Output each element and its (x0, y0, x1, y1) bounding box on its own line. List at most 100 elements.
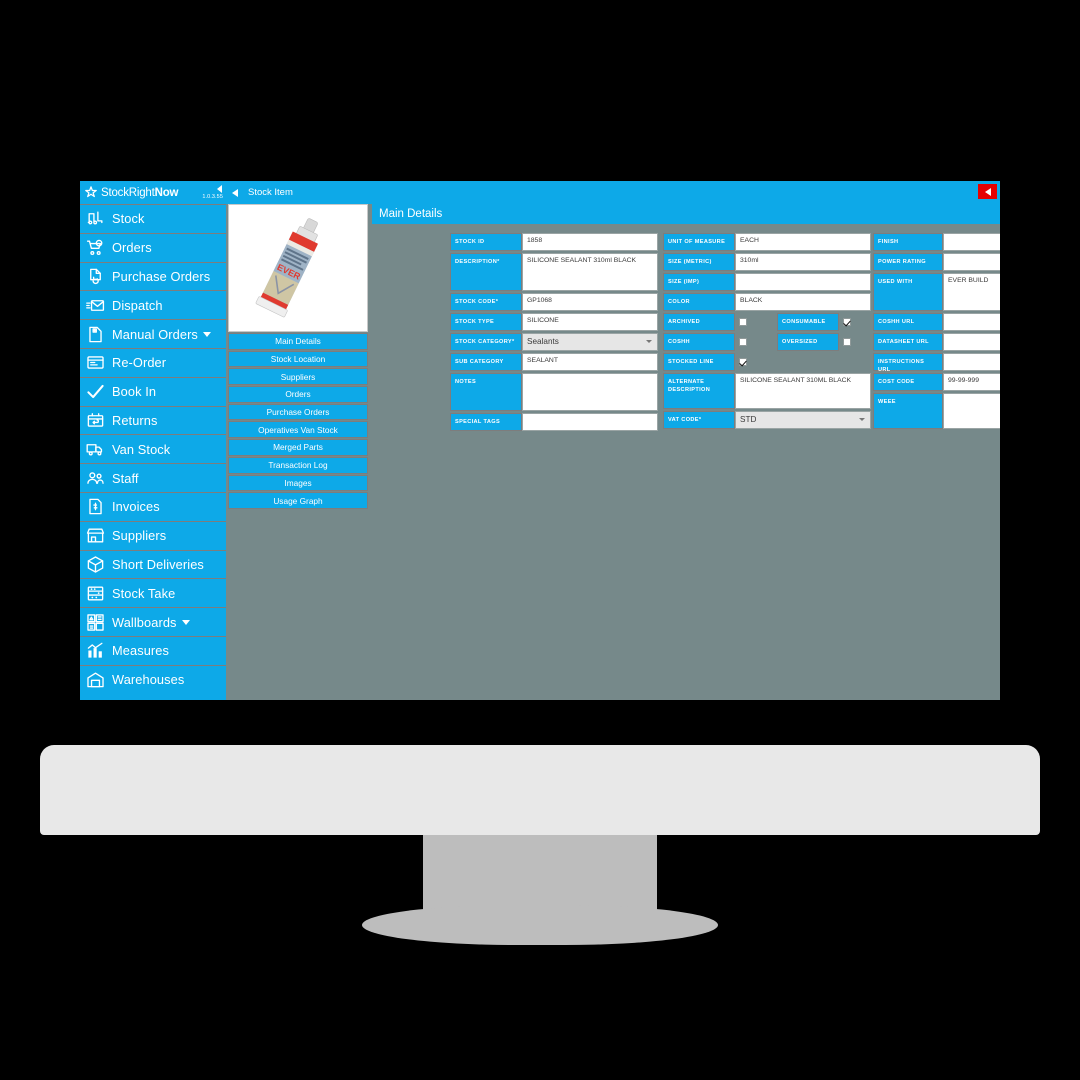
tab-label: Main Details (275, 336, 321, 347)
close-button[interactable] (978, 184, 997, 199)
version-label: 1.0.3.55 (202, 194, 223, 200)
sidebar-item-returns[interactable]: Returns (80, 405, 226, 435)
chevron-down-icon[interactable] (646, 340, 652, 343)
envelope-send-icon (86, 296, 105, 315)
field-input-datasheet-url[interactable] (943, 333, 1000, 351)
checkbox-stocked-line[interactable] (739, 358, 747, 366)
monitor-stand-base (362, 905, 718, 945)
form-column-2: UNIT OF MEASURE EACH SIZE (METRIC) 310ml SIZ… (663, 233, 873, 431)
sidebar-item-purchase-orders[interactable]: Purchase Orders (80, 261, 226, 291)
field-value: SEALANT (527, 357, 558, 364)
cart-order-icon (86, 238, 105, 257)
field-input-stock-id[interactable]: 1858 (522, 233, 658, 251)
tab-orders[interactable]: Orders (228, 386, 368, 403)
field-label-notes: NOTES (450, 373, 522, 411)
sidebar-item-invoices[interactable]: Invoices (80, 491, 226, 521)
sidebar-item-label: Measures (112, 643, 169, 659)
field-input-notes[interactable] (522, 373, 658, 411)
checkbox-cell (735, 353, 777, 371)
field-value: 99-99-999 (948, 377, 979, 384)
sidebar-item-label: Warehouses (112, 672, 185, 688)
field-input-stock-type[interactable]: SILICONE (522, 313, 658, 331)
tab-transaction-log[interactable]: Transaction Log (228, 456, 368, 474)
return-box-icon (86, 411, 105, 430)
tab-stock-location[interactable]: Stock Location (228, 350, 368, 368)
field-input-cost-code[interactable]: 99-99-999 (943, 373, 1000, 391)
checkbox-row-archived: ARCHIVED CONSUMABLE (663, 313, 873, 331)
sidebar-item-label: Purchase Orders (112, 268, 211, 284)
chevron-down-icon[interactable] (859, 418, 865, 421)
content-area: EVER Main Details Stock Location Suppliers… (226, 204, 1000, 700)
sidebar-item-manual-orders[interactable]: Manual Orders (80, 319, 226, 348)
field-select-stock-category[interactable]: Sealants (522, 333, 658, 351)
tab-label: Transaction Log (268, 460, 328, 471)
chevron-down-icon[interactable] (181, 619, 190, 625)
field-input-size-metric[interactable]: 310ml (735, 253, 871, 271)
storefront-icon (86, 526, 105, 545)
tab-purchase-orders[interactable]: Purchase Orders (228, 403, 368, 421)
tab-images[interactable]: Images (228, 474, 368, 492)
people-icon (86, 469, 105, 488)
sidebar-item-stock[interactable]: Stock (80, 204, 226, 233)
form-row-size-imp: SIZE (IMP) (663, 273, 873, 291)
sidebar-item-suppliers[interactable]: Suppliers (80, 520, 226, 550)
checkbox-cell (735, 313, 777, 331)
sidebar-item-label: Short Deliveries (112, 556, 204, 572)
chevron-down-icon[interactable] (202, 331, 211, 337)
field-input-description[interactable]: SILICONE SEALANT 310ml BLACK (522, 253, 658, 291)
field-label-stock-code: STOCK CODE* (450, 293, 522, 311)
checkbox-coshh[interactable] (739, 338, 747, 346)
field-input-special-tags[interactable] (522, 413, 658, 431)
back-arrow-icon[interactable] (232, 189, 238, 197)
sidebar-item-label: Manual Orders (112, 326, 198, 342)
field-input-color[interactable]: BLACK (735, 293, 871, 311)
sidebar-item-short-deliveries[interactable]: Short Deliveries (80, 549, 226, 579)
sidebar-item-measures[interactable]: Measures (80, 635, 226, 665)
field-input-instructions-url[interactable] (943, 353, 1000, 371)
sidebar-item-van-stock[interactable]: Van Stock (80, 434, 226, 464)
field-input-unit-of-measure[interactable]: EACH (735, 233, 871, 251)
field-label-finish: FINISH (873, 233, 943, 251)
form-row-size-metric: SIZE (METRIC) 310ml (663, 253, 873, 271)
form-row-vat-code: VAT CODE* STD (663, 411, 873, 429)
tab-usage-graph[interactable]: Usage Graph (228, 492, 368, 509)
tab-main-details[interactable]: Main Details (228, 333, 368, 350)
sidebar-item-re-order[interactable]: Re-Order (80, 347, 226, 377)
sidebar-item-label: Returns (112, 412, 158, 428)
form-row-weee: WEEE (873, 393, 1000, 429)
tab-operatives-van-stock[interactable]: Operatives Van Stock (228, 421, 368, 439)
sidebar-item-staff[interactable]: Staff (80, 463, 226, 492)
sidebar-item-stock-take[interactable]: Stock Take (80, 578, 226, 608)
sidebar-item-book-in[interactable]: Book In (80, 376, 226, 406)
field-input-coshh-url[interactable] (943, 313, 1000, 331)
field-select-vat-code[interactable]: STD (735, 411, 871, 429)
star-logo-icon (84, 185, 98, 200)
checkbox-archived[interactable] (739, 318, 747, 326)
form-row-unit-of-measure: UNIT OF MEASURE EACH (663, 233, 873, 251)
field-input-alternate-description[interactable]: SILICONE SEALANT 310ML BLACK (735, 373, 871, 409)
field-input-sub-category[interactable]: SEALANT (522, 353, 658, 371)
checkbox-consumable[interactable] (843, 318, 851, 326)
field-input-weee[interactable] (943, 393, 1000, 429)
sidebar-item-dispatch[interactable]: Dispatch (80, 290, 226, 320)
product-image: EVER (228, 204, 368, 332)
field-label-color: COLOR (663, 293, 735, 311)
field-input-power-rating[interactable] (943, 253, 1000, 271)
tab-suppliers[interactable]: Suppliers (228, 368, 368, 386)
tab-merged-parts[interactable]: Merged Parts (228, 439, 368, 456)
field-input-finish[interactable] (943, 233, 1000, 251)
checkbox-oversized[interactable] (843, 338, 851, 346)
field-input-used-with[interactable]: EVER BUILD (943, 273, 1000, 311)
sidebar-nav-list: Stock Orders Purchase Orders Dispatch Manual… (80, 204, 226, 694)
field-value: SILICONE SEALANT 310ml BLACK (527, 257, 637, 264)
open-box-icon (86, 555, 105, 574)
form-row-instructions-url: INSTRUCTIONS URL (873, 353, 1000, 373)
sidebar-item-wallboards[interactable]: Wallboards (80, 607, 226, 636)
field-label-oversized: OVERSIZED (777, 333, 839, 351)
sidebar-collapse-icon[interactable] (217, 185, 222, 193)
field-input-stock-code[interactable]: GP1068 (522, 293, 658, 311)
sidebar-item-warehouses[interactable]: Warehouses (80, 664, 226, 694)
checkbox-cell (839, 313, 871, 331)
field-input-size-imp[interactable] (735, 273, 871, 291)
sidebar-item-orders[interactable]: Orders (80, 232, 226, 262)
